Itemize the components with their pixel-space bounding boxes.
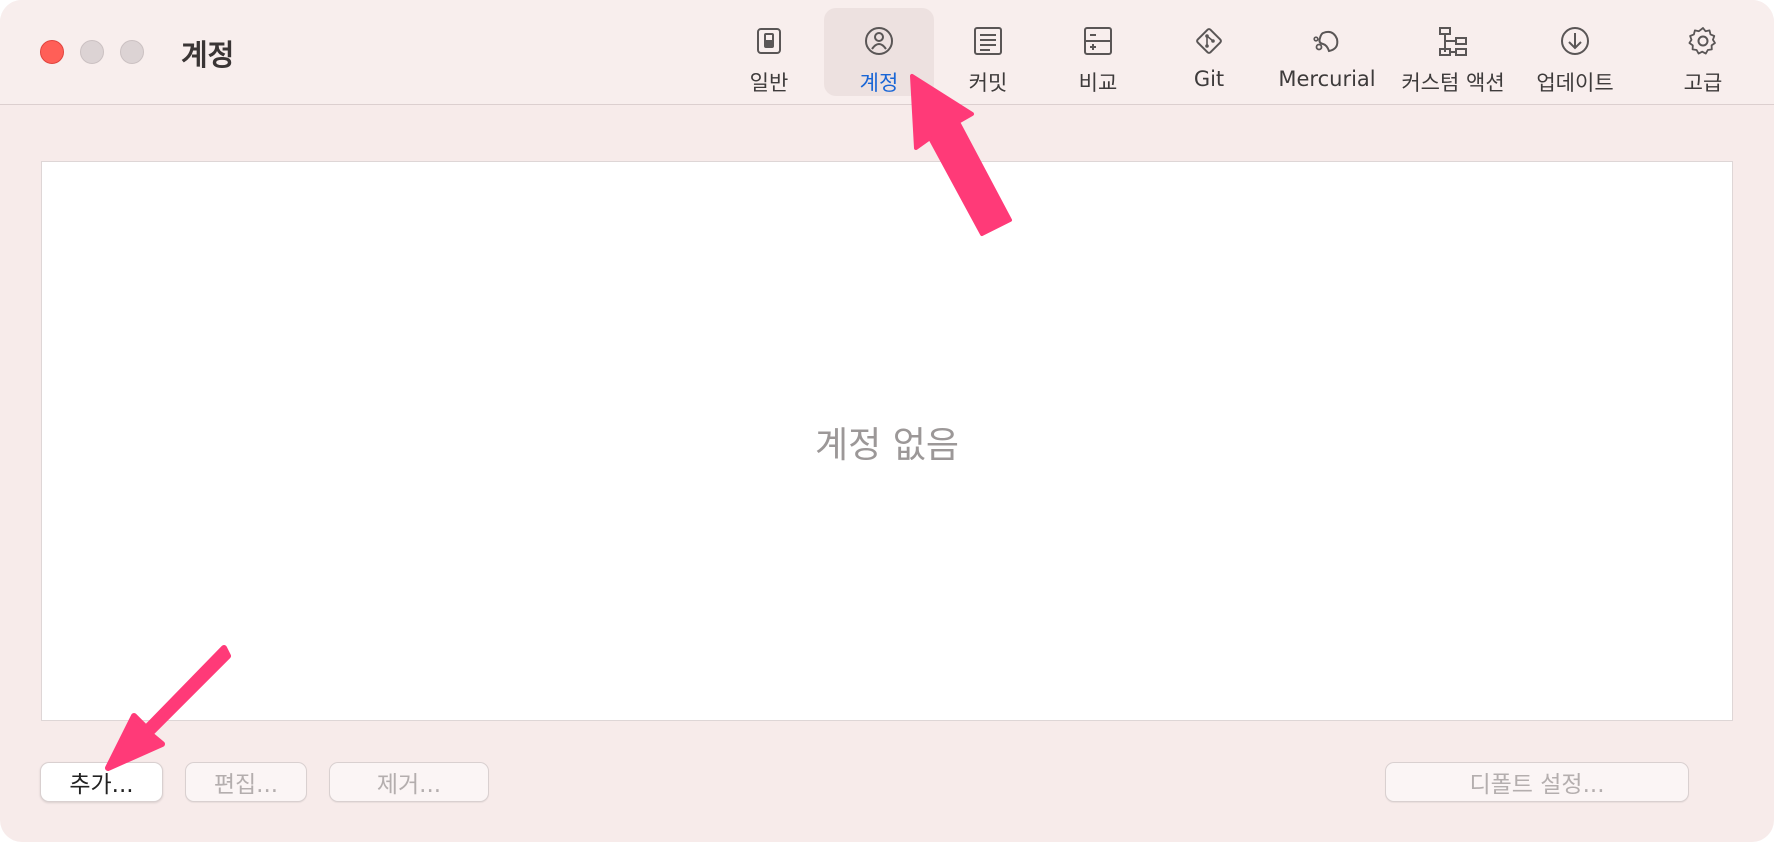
tab-label: 업데이트 <box>1536 71 1614 95</box>
minimize-window-button[interactable] <box>80 40 104 64</box>
document-lines-icon <box>972 25 1004 57</box>
hierarchy-icon <box>1437 25 1469 57</box>
tab-updates[interactable]: 업데이트 <box>1530 8 1620 96</box>
switch-icon <box>753 25 785 57</box>
person-icon <box>863 25 895 57</box>
tab-label: 커밋 <box>968 71 1008 95</box>
tab-git[interactable]: Git <box>1174 8 1244 96</box>
edit-button[interactable]: 편집... <box>185 762 307 802</box>
window-title: 계정 <box>181 38 235 72</box>
tab-label: Mercurial <box>1278 67 1376 91</box>
tab-accounts[interactable]: 계정 <box>824 8 934 96</box>
gear-icon <box>1687 25 1719 57</box>
tab-compare[interactable]: 비교 <box>1063 8 1133 96</box>
diff-icon <box>1082 25 1114 57</box>
download-icon <box>1559 25 1591 57</box>
tab-commit[interactable]: 커밋 <box>953 8 1023 96</box>
mercurial-icon <box>1311 25 1343 57</box>
tab-label: 계정 <box>859 71 899 95</box>
tab-label: 일반 <box>749 71 789 95</box>
tab-label: 비교 <box>1078 71 1118 95</box>
set-default-button[interactable]: 디폴트 설정... <box>1385 762 1689 802</box>
add-button[interactable]: 추가... <box>40 762 163 802</box>
preferences-window: 계정 일반 계정 커밋 비교 Git Mercurial 커스텀 액션 업데이트… <box>0 0 1774 842</box>
remove-button[interactable]: 제거... <box>329 762 489 802</box>
empty-state-message: 계정 없음 <box>815 425 959 466</box>
toolbar: 계정 일반 계정 커밋 비교 Git Mercurial 커스텀 액션 업데이트… <box>0 0 1774 105</box>
tab-general[interactable]: 일반 <box>732 8 806 96</box>
tab-advanced[interactable]: 고급 <box>1668 8 1738 96</box>
tab-label: 커스텀 액션 <box>1401 71 1505 95</box>
close-window-button[interactable] <box>40 40 64 64</box>
tab-mercurial[interactable]: Mercurial <box>1272 8 1382 96</box>
git-icon <box>1193 25 1225 57</box>
tab-label: Git <box>1193 67 1225 91</box>
tab-custom-actions[interactable]: 커스텀 액션 <box>1398 8 1508 96</box>
zoom-window-button[interactable] <box>120 40 144 64</box>
tab-label: 고급 <box>1683 71 1723 95</box>
accounts-list[interactable]: 계정 없음 <box>41 161 1733 721</box>
